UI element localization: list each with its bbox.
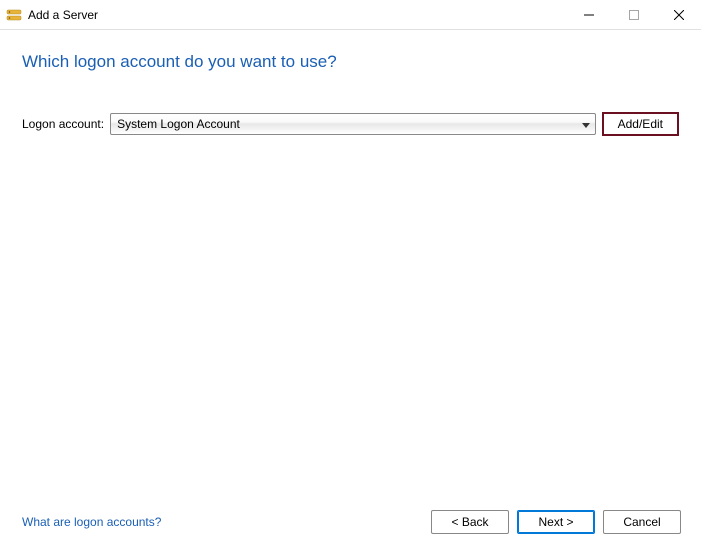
titlebar: Add a Server bbox=[0, 0, 701, 30]
cancel-button[interactable]: Cancel bbox=[603, 510, 681, 534]
window-title: Add a Server bbox=[28, 8, 566, 22]
help-link[interactable]: What are logon accounts? bbox=[22, 515, 423, 529]
close-button[interactable] bbox=[656, 0, 701, 29]
chevron-down-icon bbox=[582, 117, 590, 131]
logon-account-label: Logon account: bbox=[22, 117, 104, 131]
content-area: Logon account: System Logon Account Add/… bbox=[0, 82, 701, 496]
next-button[interactable]: Next > bbox=[517, 510, 595, 534]
wizard-footer: What are logon accounts? < Back Next > C… bbox=[0, 496, 701, 550]
page-title: Which logon account do you want to use? bbox=[0, 30, 701, 82]
logon-account-value: System Logon Account bbox=[117, 117, 240, 131]
minimize-button[interactable] bbox=[566, 0, 611, 29]
window-controls bbox=[566, 0, 701, 29]
logon-account-row: Logon account: System Logon Account Add/… bbox=[22, 112, 679, 136]
maximize-button bbox=[611, 0, 656, 29]
add-edit-button[interactable]: Add/Edit bbox=[602, 112, 679, 136]
back-button[interactable]: < Back bbox=[431, 510, 509, 534]
logon-account-select[interactable]: System Logon Account bbox=[110, 113, 596, 135]
server-icon bbox=[6, 7, 22, 23]
